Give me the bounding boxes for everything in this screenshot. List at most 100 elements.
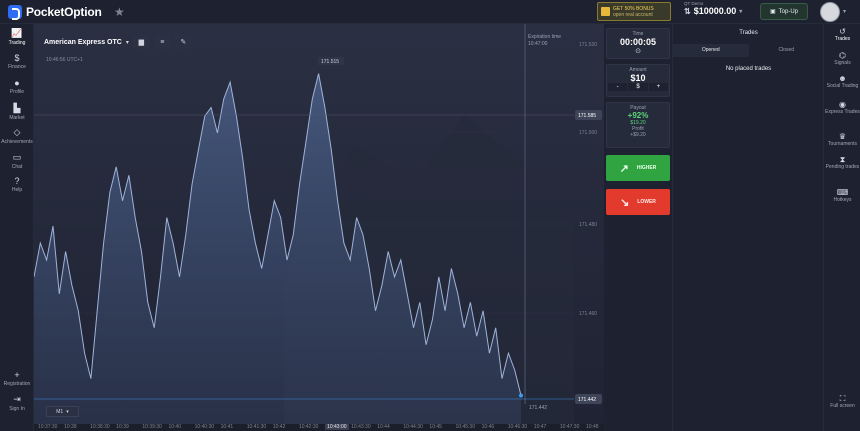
- sidebar-item-full-screen[interactable]: ⛶ Full screen: [824, 395, 860, 410]
- sidebar-item-label: Express Trades: [825, 109, 860, 115]
- sidebar-item-finance[interactable]: $ Finance: [0, 53, 34, 70]
- chart-type-button[interactable]: ▆: [132, 35, 150, 49]
- lower-button[interactable]: ↘ LOWER: [606, 189, 670, 215]
- clock-icon[interactable]: ⊙: [607, 47, 669, 55]
- asset-name[interactable]: American Express OTC: [44, 39, 122, 46]
- payout-box: Payout +92% $19.20 Profit +$9.20: [606, 102, 670, 148]
- bonus-subtitle: open real account: [613, 11, 653, 18]
- x-tick-label: 10:41: [220, 424, 234, 430]
- profit-value: +$9.20: [630, 132, 646, 138]
- sliders-icon: ≡: [160, 38, 165, 46]
- price-marker-badge: 171.585: [575, 110, 602, 120]
- chart-line-icon: 📈: [11, 28, 23, 38]
- sidebar-item-market[interactable]: ▙ Market: [0, 103, 34, 121]
- price-chart[interactable]: 171.520 171.500 171.480 171.460 171.585 171.4…: [34, 24, 604, 424]
- tab-closed[interactable]: Closed: [749, 44, 825, 57]
- x-tick-label: 10:42: [272, 424, 286, 430]
- add-user-icon: +: [14, 370, 20, 380]
- sidebar-item-trading[interactable]: 📈 Trading: [0, 28, 34, 46]
- sidebar-item-chat[interactable]: ▭ Chat: [0, 152, 34, 170]
- logo[interactable]: PocketOption: [8, 5, 102, 20]
- lower-label: LOWER: [637, 199, 656, 205]
- account-balance[interactable]: QT Demo ⇅ $10000.00 ▾: [684, 1, 742, 16]
- avatar-chevron-icon[interactable]: ▾: [843, 8, 846, 15]
- x-tick-label: 10:40:30: [194, 424, 215, 430]
- trades-tabs: Opened Closed: [673, 44, 824, 57]
- chart-canvas[interactable]: 171.520 171.500 171.480 171.460 171.585 171.4…: [34, 24, 604, 424]
- x-tick-label: 10:40: [168, 424, 181, 430]
- asset-selector[interactable]: American Express OTC ▾ ▆ ≡ ✎: [44, 35, 192, 49]
- candles-icon: ▆: [138, 39, 145, 46]
- svg-text:171.515: 171.515: [321, 59, 339, 65]
- svg-text:171.585: 171.585: [578, 113, 596, 119]
- bonus-banner[interactable]: GET 50% BONUS open real account: [597, 2, 671, 21]
- tab-opened[interactable]: Opened: [673, 44, 749, 57]
- amount-minus-button[interactable]: -: [608, 83, 628, 91]
- sidebar-item-tournaments[interactable]: ♛ Tournaments: [824, 132, 860, 148]
- higher-button[interactable]: ↗ HIGHER: [606, 155, 670, 181]
- svg-text:171.442: 171.442: [578, 397, 596, 403]
- social-icon: ☻: [838, 74, 847, 83]
- x-tick-label: 10:48: [586, 424, 599, 430]
- y-tick-label: 171.500: [579, 130, 597, 136]
- chevron-down-icon: ▾: [66, 408, 69, 415]
- topup-icon: ▣: [769, 9, 776, 15]
- arrow-down-icon: ↘: [620, 196, 630, 209]
- time-box[interactable]: Time 00:00:05 ⊙: [606, 28, 670, 59]
- x-tick-label: 10:38: [64, 424, 77, 430]
- sidebar-item-label: Help: [11, 187, 23, 193]
- sidebar-item-signals[interactable]: ⌬ Signals: [824, 52, 860, 67]
- x-tick-label: 10:44: [377, 424, 390, 430]
- x-tick-label: 10:46: [481, 424, 495, 430]
- balance-value: $10000.00: [693, 6, 737, 16]
- currency-button[interactable]: $: [628, 83, 648, 91]
- drawing-button[interactable]: ✎: [174, 35, 192, 49]
- x-tick-label: 10:46:30: [507, 424, 528, 430]
- indicators-button[interactable]: ≡: [153, 35, 171, 49]
- x-tick-label: 10:38:30: [90, 424, 110, 430]
- sidebar-item-label: Trading: [8, 40, 26, 46]
- timeframe-selector[interactable]: M1 ▾: [46, 406, 79, 417]
- trophy-icon: ♛: [838, 132, 847, 141]
- sidebar-item-achievements[interactable]: ◇ Achievements: [0, 127, 34, 145]
- amount-plus-button[interactable]: +: [648, 83, 668, 91]
- favorites-star-icon[interactable]: ★: [114, 5, 125, 19]
- time-axis: 10:37:30 10:38 10:38:30 10:39 10:39:30 10:40 1…: [34, 424, 604, 431]
- sidebar-item-social-trading[interactable]: ☻ Social Trading: [824, 74, 860, 90]
- amount-box[interactable]: Amount $10 - $ +: [606, 64, 670, 97]
- sidebar-item-registration[interactable]: + Registration: [0, 370, 34, 387]
- dollar-icon: $: [14, 53, 20, 63]
- sidebar-item-express-trades[interactable]: ◉ Express Trades: [824, 101, 860, 116]
- sign-in-icon: ⇥: [13, 394, 21, 404]
- keyboard-icon: ⌨: [836, 188, 849, 197]
- sidebar-item-pending-trades[interactable]: ⧗ Pending trades: [824, 156, 860, 171]
- gift-icon: [601, 7, 610, 16]
- amount-value[interactable]: $10: [607, 73, 669, 83]
- sidebar-item-help[interactable]: ? Help: [0, 176, 34, 193]
- right-sidebar: ↺ Trades ⌬ Signals ☻ Social Trading ◉ Ex…: [823, 24, 860, 431]
- bonus-title: GET 50% BONUS: [613, 5, 654, 12]
- sidebar-item-label: Chat: [11, 164, 23, 170]
- sidebar-item-trades[interactable]: ↺ Trades: [824, 28, 860, 43]
- cart-icon: ▙: [13, 103, 21, 113]
- x-tick-label: 10:47:30: [559, 424, 580, 430]
- trades-panel: Trades Opened Closed No placed trades: [672, 24, 823, 431]
- sidebar-item-label: Social Trading: [826, 83, 859, 89]
- sidebar-item-hotkeys[interactable]: ⌨ Hotkeys: [824, 188, 860, 204]
- higher-label: HIGHER: [636, 165, 657, 171]
- x-tick-label: 10:42:30: [298, 424, 319, 430]
- x-tick-label: 10:37:30: [38, 424, 58, 430]
- sidebar-item-label: Tournaments: [828, 141, 857, 147]
- avatar[interactable]: [820, 2, 840, 22]
- chevron-down-icon: ▾: [739, 8, 743, 15]
- y-tick-label: 171.460: [579, 311, 597, 317]
- top-up-button[interactable]: ▣ Top-Up: [760, 3, 808, 20]
- chevron-down-icon: ▾: [125, 39, 129, 46]
- sidebar-item-sign-in[interactable]: ⇥ Sign In: [0, 394, 34, 412]
- trade-panel: Time 00:00:05 ⊙ Amount $10 - $ + Payout …: [604, 24, 672, 431]
- time-value[interactable]: 00:00:05: [607, 37, 669, 47]
- sidebar-item-profile[interactable]: ● Profile: [0, 78, 34, 95]
- sidebar-item-label: Trades: [834, 36, 851, 42]
- x-tick-label: 10:41:30: [246, 424, 267, 430]
- x-tick-label: 10:44:30: [403, 424, 423, 430]
